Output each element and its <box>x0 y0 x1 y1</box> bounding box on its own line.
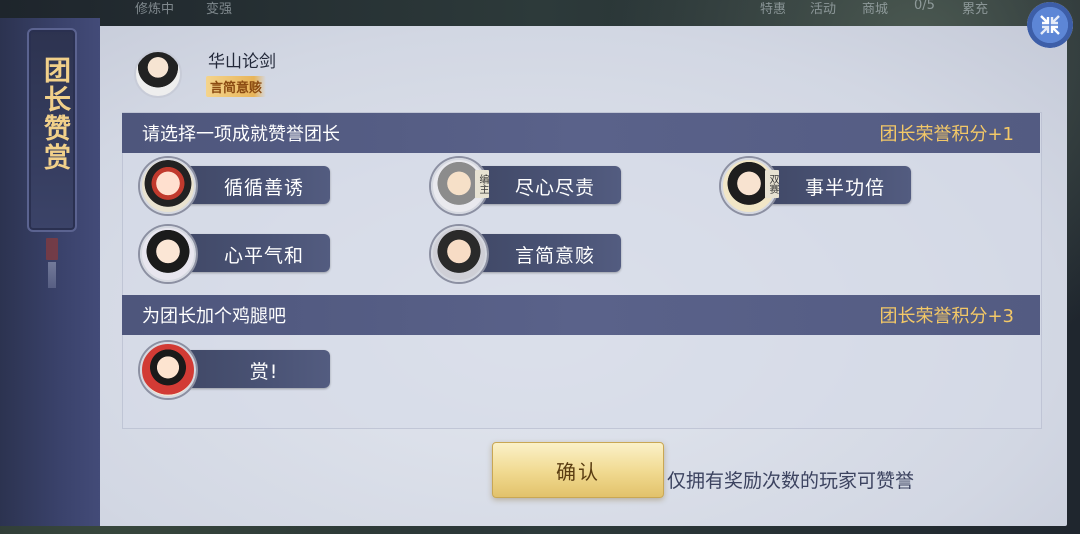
section-heading: 请选择一项成就赞誉团长 <box>142 124 340 145</box>
option-jinxinjinze[interactable]: 编主 尽心尽责 <box>431 158 623 214</box>
bg-top-item: 累充 <box>962 2 989 17</box>
bg-top-item: 变强 <box>206 2 233 17</box>
option-yanjianyigai[interactable]: 言简意赅 <box>431 226 623 282</box>
option-reward[interactable]: 赏! <box>140 342 332 398</box>
option-label: 尽心尽责 <box>514 177 595 199</box>
avatar-angry-icon <box>431 226 487 282</box>
option-label: 言简意赅 <box>514 245 595 267</box>
bg-top-item: 活动 <box>810 2 837 17</box>
leader-avatar <box>134 50 182 98</box>
bg-top-item: 修炼中 <box>135 2 175 17</box>
bg-top-item: 商城 <box>862 2 889 17</box>
option-label: 赏! <box>249 361 279 383</box>
option-label: 事半功倍 <box>804 177 885 199</box>
confirm-button[interactable]: 确认 <box>492 442 664 498</box>
collapse-arrows-icon[interactable] <box>1027 2 1073 48</box>
option-xinpingqihe[interactable]: 心平气和 <box>140 226 332 282</box>
confirm-hint: 仅拥有奖励次数的玩家可赞誉 <box>667 470 915 492</box>
section-points: 团长荣誉积分+3 <box>879 306 1014 327</box>
seal-icon <box>46 238 58 260</box>
section-points: 团长荣誉积分+1 <box>879 124 1014 145</box>
section-header: 为团长加个鸡腿吧 团长荣誉积分+3 <box>122 295 1040 335</box>
section-header: 请选择一项成就赞誉团长 团长荣誉积分+1 <box>122 113 1040 153</box>
leader-tag: 言简意赅 <box>206 76 267 97</box>
option-xunxunshanyou[interactable]: 循循善诱 <box>140 158 332 214</box>
avatar-book-icon <box>140 226 196 282</box>
collapse-arrows-glyph <box>1040 15 1060 35</box>
option-label: 心平气和 <box>223 245 304 267</box>
section-heading: 为团长加个鸡腿吧 <box>142 306 286 327</box>
leader-name: 华山论剑 <box>208 52 276 72</box>
option-shibangongbei[interactable]: 双赛 事半功倍 <box>721 158 913 214</box>
option-label: 循循善诱 <box>223 177 304 199</box>
avatar-red-hair-icon <box>140 158 196 214</box>
avatar-badge: 双赛 <box>765 170 779 198</box>
avatar-feast-icon <box>140 342 196 398</box>
avatar-badge: 编主 <box>475 170 489 198</box>
panel-title: 团长赞赏 <box>39 56 70 172</box>
bg-top-item: 0/5 <box>914 0 935 13</box>
seal-mark <box>48 262 56 288</box>
bg-top-item: 特惠 <box>760 2 787 17</box>
